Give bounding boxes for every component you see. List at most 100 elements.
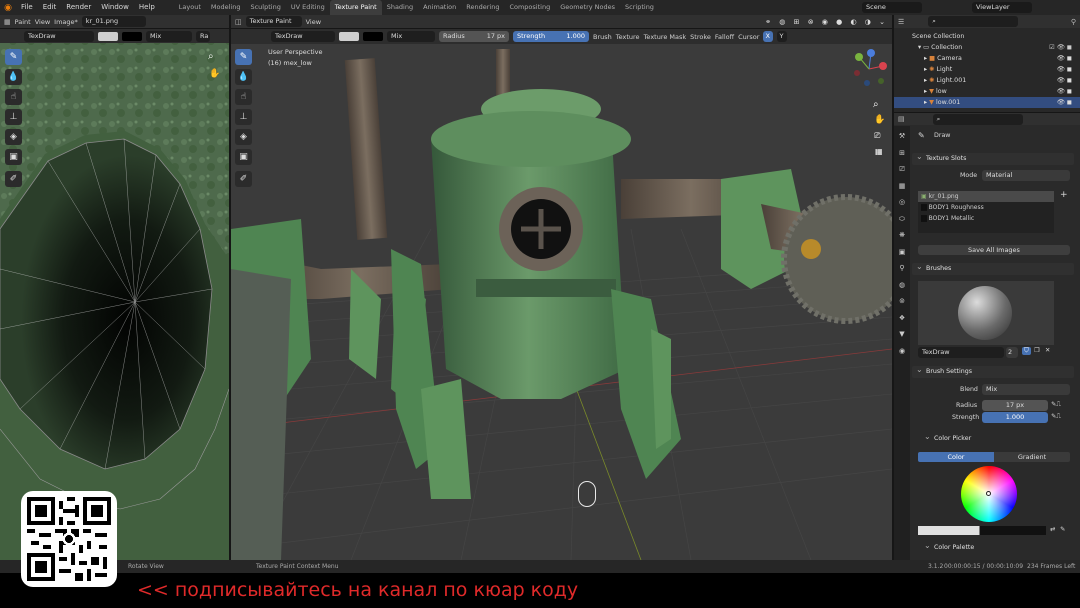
fake-user-icon[interactable]: ⛉ bbox=[1022, 347, 1031, 355]
menu-render[interactable]: Render bbox=[61, 0, 96, 15]
uv-blend-dropdown[interactable]: Mix bbox=[146, 30, 192, 42]
tab-shading[interactable]: Shading bbox=[382, 0, 418, 15]
tab-modeling[interactable]: Modeling bbox=[206, 0, 246, 15]
vp-texture-menu[interactable]: Texture bbox=[616, 33, 640, 41]
blend-dropdown[interactable]: Mix bbox=[982, 384, 1070, 395]
uv-smear-tool-icon[interactable]: ☝ bbox=[5, 89, 22, 105]
scene-selector[interactable]: Scene bbox=[862, 2, 922, 13]
tab-geometry-nodes[interactable]: Geometry Nodes bbox=[555, 0, 620, 15]
vp-soften-tool-icon[interactable]: 💧 bbox=[235, 69, 252, 85]
tab-scripting[interactable]: Scripting bbox=[620, 0, 659, 15]
outliner-row-scene-collection[interactable]: Scene Collection bbox=[894, 31, 1080, 42]
vp-strength-field[interactable]: Strength 1.000 bbox=[513, 31, 589, 42]
uv-mask-tool-icon[interactable]: ▣ bbox=[5, 149, 22, 165]
vp-brush-field[interactable]: TexDraw bbox=[271, 31, 335, 42]
uv-pan-icon[interactable]: ✋ bbox=[209, 69, 220, 79]
uv-image-name-field[interactable]: kr_01.png bbox=[81, 16, 146, 27]
radius-pressure-icon[interactable]: ✎⎍ bbox=[1051, 401, 1061, 409]
tab-uv-editing[interactable]: UV Editing bbox=[286, 0, 330, 15]
color-picker-section[interactable]: Color Picker bbox=[920, 431, 1074, 445]
blender-logo-icon[interactable]: ◉ bbox=[0, 3, 16, 13]
vp-clone-tool-icon[interactable]: ⊥ bbox=[235, 109, 252, 125]
vp-camera-icon[interactable]: ⎚ bbox=[874, 131, 880, 141]
vp-annotate-tool-icon[interactable]: ✐ bbox=[235, 171, 252, 187]
menu-help[interactable]: Help bbox=[134, 0, 160, 15]
strength-pressure-icon[interactable]: ✎⎍ bbox=[1051, 413, 1061, 421]
light-visibility-icon[interactable]: 👁 ◼ bbox=[1057, 64, 1072, 75]
color-palette-section[interactable]: Color Palette bbox=[920, 540, 1074, 554]
texture-slot-item[interactable]: ▣ BODY1 Metallic bbox=[918, 213, 1054, 224]
color-wheel[interactable] bbox=[961, 466, 1017, 522]
camera-visibility-icon[interactable]: 👁 ◼ bbox=[1057, 53, 1072, 64]
menu-file[interactable]: File bbox=[16, 0, 38, 15]
uv-radius-field[interactable]: Ra bbox=[196, 30, 210, 42]
brush-preview[interactable] bbox=[918, 281, 1054, 345]
uv-fill-tool-icon[interactable]: ◈ bbox=[5, 129, 22, 145]
viewport-mode-dropdown[interactable]: Texture Paint bbox=[245, 16, 302, 27]
view-layer-selector[interactable]: ViewLayer bbox=[972, 2, 1032, 13]
vp-mirror-x[interactable]: X bbox=[763, 31, 774, 42]
uv-mode-dropdown[interactable]: Paint bbox=[15, 18, 31, 26]
uv-draw-tool-icon[interactable]: ✎ bbox=[5, 49, 22, 65]
tab-layout[interactable]: Layout bbox=[174, 0, 206, 15]
vp-draw-tool-icon[interactable]: ✎ bbox=[235, 49, 252, 65]
viewport-editor-type-icon[interactable]: ◫ bbox=[235, 18, 242, 26]
save-all-images-button[interactable]: Save All Images bbox=[918, 245, 1070, 255]
outliner-row-low[interactable]: ▸ ▼ low 👁 ◼ bbox=[894, 86, 1080, 97]
uv-clone-tool-icon[interactable]: ⊥ bbox=[5, 109, 22, 125]
uv-brush-field[interactable]: TexDraw bbox=[24, 30, 94, 42]
brush-users-count[interactable]: 2 bbox=[1006, 347, 1018, 358]
uv-image-editor[interactable]: ✎ 💧 ☝ ⊥ ◈ ▣ ✐ ⌕ ✋ bbox=[0, 29, 229, 560]
tab-sculpting[interactable]: Sculpting bbox=[245, 0, 285, 15]
brush-settings-section[interactable]: Brush Settings bbox=[912, 364, 1074, 378]
vp-pan-icon[interactable]: ✋ bbox=[874, 115, 885, 125]
viewport-shading-icons[interactable]: ⚭ ◍ ⊞ ⊗ ◉ ● ◐ ◑ ⌄ bbox=[765, 18, 888, 26]
outliner-filter-icon[interactable]: ⚲ bbox=[1071, 18, 1076, 26]
mode-dropdown[interactable]: Material bbox=[982, 170, 1070, 181]
uv-image-menu[interactable]: Image* bbox=[54, 18, 78, 26]
vp-falloff-menu[interactable]: Falloff bbox=[715, 33, 734, 41]
vp-cursor-menu[interactable]: Cursor bbox=[738, 33, 759, 41]
outliner-row-light[interactable]: ▸ ✺ Light 👁 ◼ bbox=[894, 64, 1080, 75]
low-001-visibility-icon[interactable]: 👁 ◼ bbox=[1057, 97, 1072, 108]
light-001-visibility-icon[interactable]: 👁 ◼ bbox=[1057, 75, 1072, 86]
collection-visibility-icon[interactable]: ☑ 👁 ◼ bbox=[1049, 42, 1072, 53]
outliner-row-collection[interactable]: ▾ ▭ Collection ☑ 👁 ◼ bbox=[894, 42, 1080, 53]
uv-zoom-icon[interactable]: ⌕ bbox=[208, 51, 214, 62]
uv-view-menu[interactable]: View bbox=[35, 18, 50, 26]
uv-texture-canvas[interactable] bbox=[0, 29, 229, 560]
brush-name-field[interactable]: TexDraw bbox=[918, 347, 1004, 358]
vp-blend-dropdown[interactable]: Mix bbox=[387, 31, 435, 42]
vp-zoom-icon[interactable]: ⌕ bbox=[873, 99, 879, 110]
vp-fill-tool-icon[interactable]: ◈ bbox=[235, 129, 252, 145]
vp-mirror-y[interactable]: Y bbox=[777, 31, 788, 42]
add-slot-icon[interactable]: + bbox=[1060, 190, 1068, 200]
navigation-gizmo-icon[interactable] bbox=[849, 49, 889, 89]
tab-rendering[interactable]: Rendering bbox=[461, 0, 504, 15]
texture-slot-item[interactable]: ▣ BODY1 Roughness bbox=[918, 202, 1054, 213]
low-visibility-icon[interactable]: 👁 ◼ bbox=[1057, 86, 1072, 97]
outliner-search-input[interactable]: ⌕ bbox=[928, 16, 1019, 27]
unlink-brush-icon[interactable]: ✕ bbox=[1045, 347, 1050, 354]
outliner-row-light-001[interactable]: ▸ ✺ Light.001 👁 ◼ bbox=[894, 75, 1080, 86]
color-wheel-cursor[interactable] bbox=[986, 491, 991, 496]
uv-annotate-tool-icon[interactable]: ✐ bbox=[5, 171, 22, 187]
viewport-scene[interactable] bbox=[231, 29, 892, 560]
properties-editor-icon[interactable]: ▤ bbox=[898, 115, 905, 123]
outliner-row-low-001[interactable]: ▸ ▼ low.001 👁 ◼ bbox=[894, 97, 1080, 108]
outliner-editor-icon[interactable]: ☰ bbox=[898, 18, 904, 26]
viewport-view-menu[interactable]: View bbox=[306, 18, 321, 26]
radius-field[interactable]: 17 px bbox=[982, 400, 1048, 411]
value-slider[interactable] bbox=[918, 526, 1046, 535]
uv-secondary-color-swatch[interactable] bbox=[122, 31, 142, 41]
tab-compositing[interactable]: Compositing bbox=[504, 0, 555, 15]
strength-field[interactable]: 1.000 bbox=[982, 412, 1048, 423]
texture-slots-section[interactable]: Texture Slots bbox=[912, 151, 1074, 165]
vp-texture-mask-menu[interactable]: Texture Mask bbox=[644, 33, 687, 41]
brushes-section[interactable]: Brushes bbox=[912, 261, 1074, 275]
duplicate-brush-icon[interactable]: ❐ bbox=[1034, 347, 1040, 354]
tab-color[interactable]: Color bbox=[918, 452, 994, 462]
vp-radius-field[interactable]: Radius 17 px bbox=[439, 31, 509, 42]
tab-animation[interactable]: Animation bbox=[418, 0, 461, 15]
properties-search-input[interactable]: ⌕ bbox=[932, 113, 1023, 125]
